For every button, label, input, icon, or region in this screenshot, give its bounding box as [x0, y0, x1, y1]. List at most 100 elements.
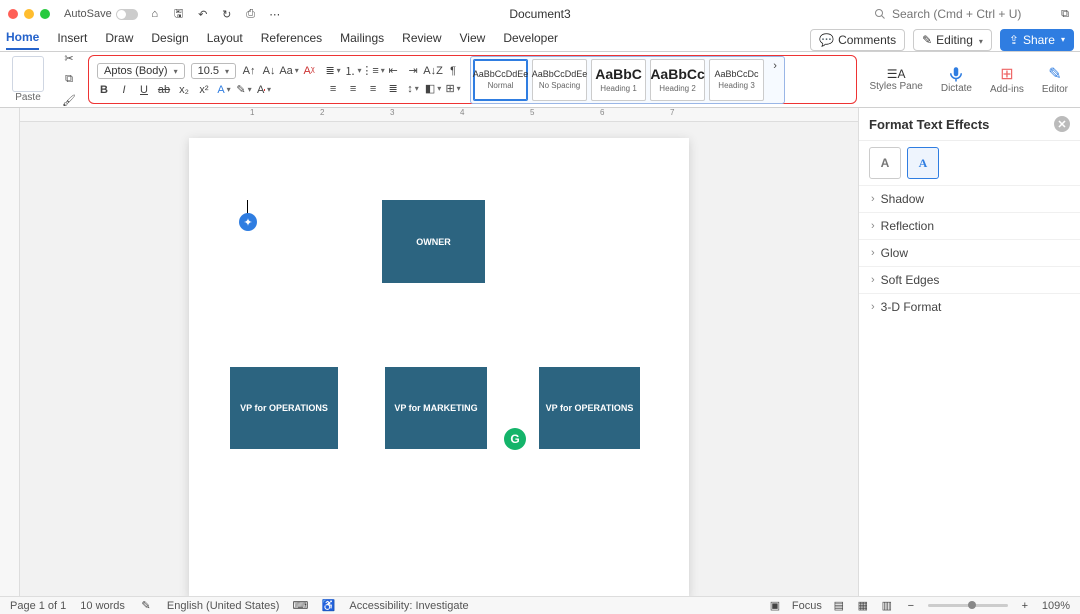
maximize-window[interactable] — [40, 9, 50, 19]
word-count[interactable]: 10 words — [80, 600, 125, 612]
style-heading3[interactable]: AaBbCcDcHeading 3 — [709, 59, 764, 101]
undo-icon[interactable]: ↶ — [196, 7, 210, 21]
horizontal-ruler[interactable]: 1 2 3 4 5 6 7 — [20, 108, 858, 122]
text-prediction-icon[interactable]: ⌨ — [293, 599, 307, 613]
view-web-icon[interactable]: ▥ — [880, 599, 894, 613]
print-icon[interactable]: ⎙ — [244, 7, 258, 21]
underline-button[interactable]: U — [137, 83, 151, 97]
redo-icon[interactable]: ↻ — [220, 7, 234, 21]
accessibility-status[interactable]: Accessibility: Investigate — [349, 600, 468, 612]
strike-button[interactable]: ab — [157, 83, 171, 97]
language-indicator[interactable]: English (United States) — [167, 600, 280, 612]
spellcheck-icon[interactable]: ✎ — [139, 599, 153, 613]
sort-button[interactable]: A↓Z — [426, 64, 440, 78]
font-size-combo[interactable]: 10.5 — [191, 63, 236, 79]
copy-icon[interactable]: ⧉ — [62, 73, 76, 86]
focus-icon[interactable]: ▣ — [768, 599, 782, 613]
zoom-value[interactable]: 109% — [1042, 600, 1070, 612]
comments-button[interactable]: 💬Comments — [810, 29, 905, 51]
increase-font-icon[interactable]: A↑ — [242, 64, 256, 78]
search-box[interactable]: ⧉ — [874, 7, 1072, 21]
decrease-font-icon[interactable]: A↓ — [262, 64, 276, 78]
bold-button[interactable]: B — [97, 83, 111, 97]
superscript-button[interactable]: x² — [197, 83, 211, 97]
style-nospacing[interactable]: AaBbCcDdEeNo Spacing — [532, 59, 587, 101]
decrease-indent-button[interactable]: ⇤ — [386, 64, 400, 78]
home-icon[interactable]: ⌂ — [148, 7, 162, 21]
paste-button[interactable] — [12, 56, 44, 92]
grammarly-badge[interactable]: G — [504, 428, 526, 450]
addins-group[interactable]: ⊞ Add-ins — [984, 55, 1030, 104]
increase-indent-button[interactable]: ⇥ — [406, 64, 420, 78]
section-3d-format[interactable]: 3-D Format — [859, 293, 1080, 320]
font-name-combo[interactable]: Aptos (Body) — [97, 63, 185, 79]
highlight-color-button[interactable]: ✎ — [237, 83, 251, 97]
italic-button[interactable]: I — [117, 83, 131, 97]
shading-button[interactable]: ◧ — [426, 82, 440, 96]
styles-more-icon[interactable]: › — [768, 59, 782, 73]
text-effects-tab[interactable]: A — [907, 147, 939, 179]
save-icon[interactable]: 🖫 — [172, 7, 186, 21]
dictate-group[interactable]: Dictate — [935, 55, 978, 104]
tab-review[interactable]: Review — [402, 31, 441, 49]
more-icon[interactable]: ⋯ — [268, 7, 282, 21]
zoom-slider[interactable] — [928, 604, 1008, 607]
line-spacing-button[interactable]: ↕ — [406, 82, 420, 96]
vertical-ruler[interactable] — [0, 108, 20, 596]
change-case-icon[interactable]: Aa — [282, 64, 296, 78]
borders-button[interactable]: ⊞ — [446, 82, 460, 96]
shape-vp-marketing[interactable]: VP for MARKETING — [385, 367, 487, 449]
cut-icon[interactable]: ✂︎ — [62, 52, 76, 65]
subscript-button[interactable]: x₂ — [177, 83, 191, 97]
editor-group[interactable]: ✎ Editor — [1036, 55, 1074, 104]
justify-button[interactable]: ≣ — [386, 82, 400, 96]
tab-home[interactable]: Home — [6, 30, 39, 50]
page[interactable]: ✦ OWNER VP for OPERATIONS VP for MARKETI… — [189, 138, 689, 596]
editing-mode-button[interactable]: ✎Editing — [913, 29, 992, 51]
format-painter-icon[interactable]: 🖌 — [62, 94, 76, 107]
autosave-toggle[interactable]: AutoSave — [64, 8, 138, 20]
tab-draw[interactable]: Draw — [105, 31, 133, 49]
search-input[interactable] — [892, 7, 1052, 21]
zoom-out-icon[interactable]: − — [904, 599, 918, 613]
shape-vp-operations-right[interactable]: VP for OPERATIONS — [539, 367, 640, 449]
focus-label[interactable]: Focus — [792, 600, 822, 612]
align-center-button[interactable]: ≡ — [346, 82, 360, 96]
align-left-button[interactable]: ≡ — [326, 82, 340, 96]
toggle-switch[interactable] — [116, 9, 138, 20]
text-fill-tab[interactable]: A — [869, 147, 901, 179]
page-indicator[interactable]: Page 1 of 1 — [10, 600, 66, 612]
section-shadow[interactable]: Shadow — [859, 185, 1080, 212]
align-right-button[interactable]: ≡ — [366, 82, 380, 96]
share-button[interactable]: ⇪Share▾ — [1000, 29, 1074, 51]
style-heading1[interactable]: AaBbCHeading 1 — [591, 59, 646, 101]
zoom-in-icon[interactable]: + — [1018, 599, 1032, 613]
close-window[interactable] — [8, 9, 18, 19]
minimize-window[interactable] — [24, 9, 34, 19]
paste-options-badge[interactable]: ✦ — [239, 213, 257, 231]
tab-insert[interactable]: Insert — [57, 31, 87, 49]
style-heading2[interactable]: AaBbCcHeading 2 — [650, 59, 705, 101]
tab-layout[interactable]: Layout — [207, 31, 243, 49]
ribbon-display-icon[interactable]: ⧉ — [1058, 7, 1072, 21]
font-color-button[interactable]: A — [257, 83, 271, 97]
tab-view[interactable]: View — [460, 31, 486, 49]
numbering-button[interactable]: ⒈ — [346, 64, 360, 78]
tab-references[interactable]: References — [261, 31, 322, 49]
styles-gallery[interactable]: AaBbCcDdEeNormal AaBbCcDdEeNo Spacing Aa… — [470, 56, 785, 104]
tab-developer[interactable]: Developer — [503, 31, 558, 49]
shape-owner[interactable]: OWNER — [382, 200, 485, 283]
clear-format-icon[interactable]: Aᵡ — [302, 64, 316, 78]
show-marks-button[interactable]: ¶ — [446, 64, 460, 78]
shape-vp-operations-left[interactable]: VP for OPERATIONS — [230, 367, 338, 449]
view-print-icon[interactable]: ▦ — [856, 599, 870, 613]
bullets-button[interactable]: ≣ — [326, 64, 340, 78]
tab-mailings[interactable]: Mailings — [340, 31, 384, 49]
text-effects-button[interactable]: A — [217, 83, 231, 97]
document-canvas[interactable]: 1 2 3 4 5 6 7 ✦ OWNER VP for OPERATIONS … — [20, 108, 858, 596]
style-normal[interactable]: AaBbCcDdEeNormal — [473, 59, 528, 101]
section-soft-edges[interactable]: Soft Edges — [859, 266, 1080, 293]
styles-pane-group[interactable]: ☰A Styles Pane — [863, 55, 928, 104]
multilevel-button[interactable]: ⋮≡ — [366, 64, 380, 78]
tab-design[interactable]: Design — [151, 31, 188, 49]
